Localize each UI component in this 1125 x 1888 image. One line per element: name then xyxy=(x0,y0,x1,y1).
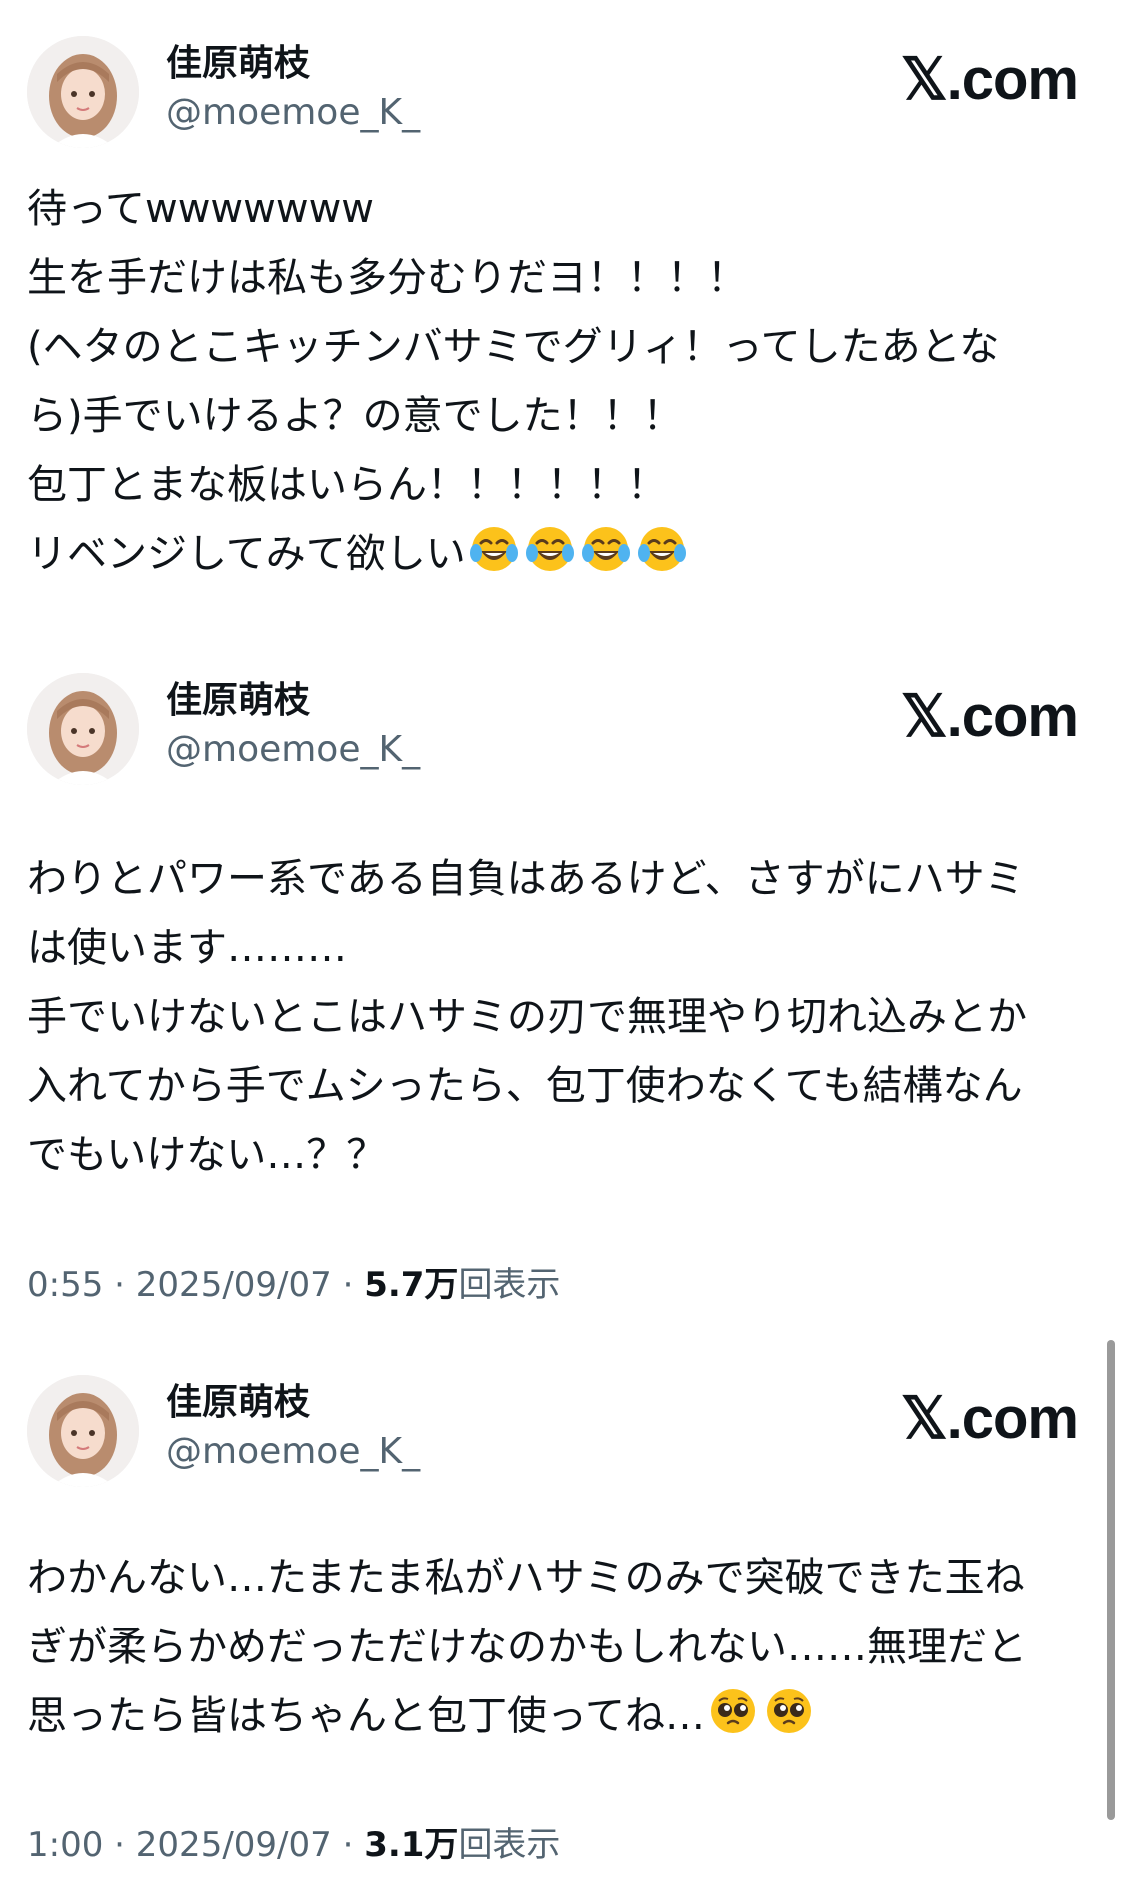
text-line: 入れてから手でムシったら、包丁使わなくても結構なん xyxy=(27,1063,1023,1109)
text-line: 待ってwwwwwww xyxy=(27,186,375,232)
text-line: (ヘタのとこキッチンバサミでグリィ！ってしたあとな xyxy=(27,324,1000,370)
avatar[interactable] xyxy=(27,673,139,785)
avatar[interactable] xyxy=(27,36,139,148)
laugh-emoji-icon xyxy=(581,527,630,571)
pleading-emoji-icon xyxy=(711,1689,755,1733)
views-label: 回表示 xyxy=(458,1265,561,1305)
view-count: 3.1万 xyxy=(364,1825,459,1865)
text-line: リベンジしてみて欲しい xyxy=(27,531,466,577)
post-date[interactable]: 2025/09/07 xyxy=(136,1825,332,1865)
text-line: でもいけない…？？ xyxy=(27,1132,387,1178)
pleading-emoji-icon xyxy=(767,1689,811,1733)
tweet-1-text: 待ってwwwwwww 生を手だけは私も多分むりだヨ！！！！ (ヘタのとこキッチンバサ… xyxy=(27,175,1087,589)
tweet-2-meta: 0:55 · 2025/09/07 · 5.7万回表示 xyxy=(27,1265,561,1305)
view-count: 5.7万 xyxy=(364,1265,459,1305)
laugh-emoji-icon xyxy=(469,527,518,571)
text-line: 思ったら皆はちゃんと包丁使ってね… xyxy=(27,1693,705,1739)
tweet-3-meta: 1:00 · 2025/09/07 · 3.1万回表示 xyxy=(27,1825,561,1865)
post-time[interactable]: 0:55 xyxy=(27,1265,103,1305)
display-name[interactable]: 佳原萌枝 xyxy=(166,1381,310,1425)
text-line: わかんない…たまたま私がハサミのみで突破できた玉ね xyxy=(27,1555,1025,1601)
x-logo: 𝕏.com xyxy=(900,1386,1079,1451)
laugh-emoji-icon xyxy=(637,527,686,571)
text-line-with-emoji: 思ったら皆はちゃんと包丁使ってね… xyxy=(27,1682,1087,1751)
text-line-with-emoji: リベンジしてみて欲しい xyxy=(27,520,1087,589)
pleading-emoji-group xyxy=(705,1689,817,1739)
laugh-emoji-icon xyxy=(525,527,574,571)
text-line: は使います……… xyxy=(27,925,347,971)
text-line: 包丁とまな板はいらん！！！！！！ xyxy=(27,462,667,508)
post-time[interactable]: 1:00 xyxy=(27,1825,103,1865)
x-logo: 𝕏.com xyxy=(900,684,1079,749)
laugh-emoji-group xyxy=(466,527,690,577)
avatar-image xyxy=(27,673,139,785)
post-date[interactable]: 2025/09/07 xyxy=(136,1265,332,1305)
avatar-image xyxy=(27,36,139,148)
display-name[interactable]: 佳原萌枝 xyxy=(166,679,310,723)
text-line: 手でいけないとこはハサミの刃で無理やり切れ込みとか xyxy=(27,994,1027,1040)
display-name[interactable]: 佳原萌枝 xyxy=(166,42,310,86)
text-line: ら)手でいけるよ？の意でした！！！ xyxy=(27,393,683,439)
text-line: わりとパワー系である自負はあるけど、さすがにハサミ xyxy=(27,856,1025,902)
tweet-3-text: わかんない…たまたま私がハサミのみで突破できた玉ね ぎが柔らかめだっただけなのかも… xyxy=(27,1544,1087,1751)
scrollbar[interactable] xyxy=(1107,1340,1115,1820)
tweet-2-text: わりとパワー系である自負はあるけど、さすがにハサミ は使います……… 手でいけないと… xyxy=(27,845,1087,1190)
avatar-image xyxy=(27,1375,139,1487)
user-handle[interactable]: @moemoe_K_ xyxy=(166,1430,420,1474)
views-label: 回表示 xyxy=(458,1825,561,1865)
text-line: ぎが柔らかめだっただけなのかもしれない……無理だと xyxy=(27,1624,1027,1670)
x-logo: 𝕏.com xyxy=(900,47,1079,112)
user-handle[interactable]: @moemoe_K_ xyxy=(166,91,420,135)
text-line: 生を手だけは私も多分むりだヨ！！！！ xyxy=(27,255,747,301)
avatar[interactable] xyxy=(27,1375,139,1487)
user-handle[interactable]: @moemoe_K_ xyxy=(166,728,420,772)
